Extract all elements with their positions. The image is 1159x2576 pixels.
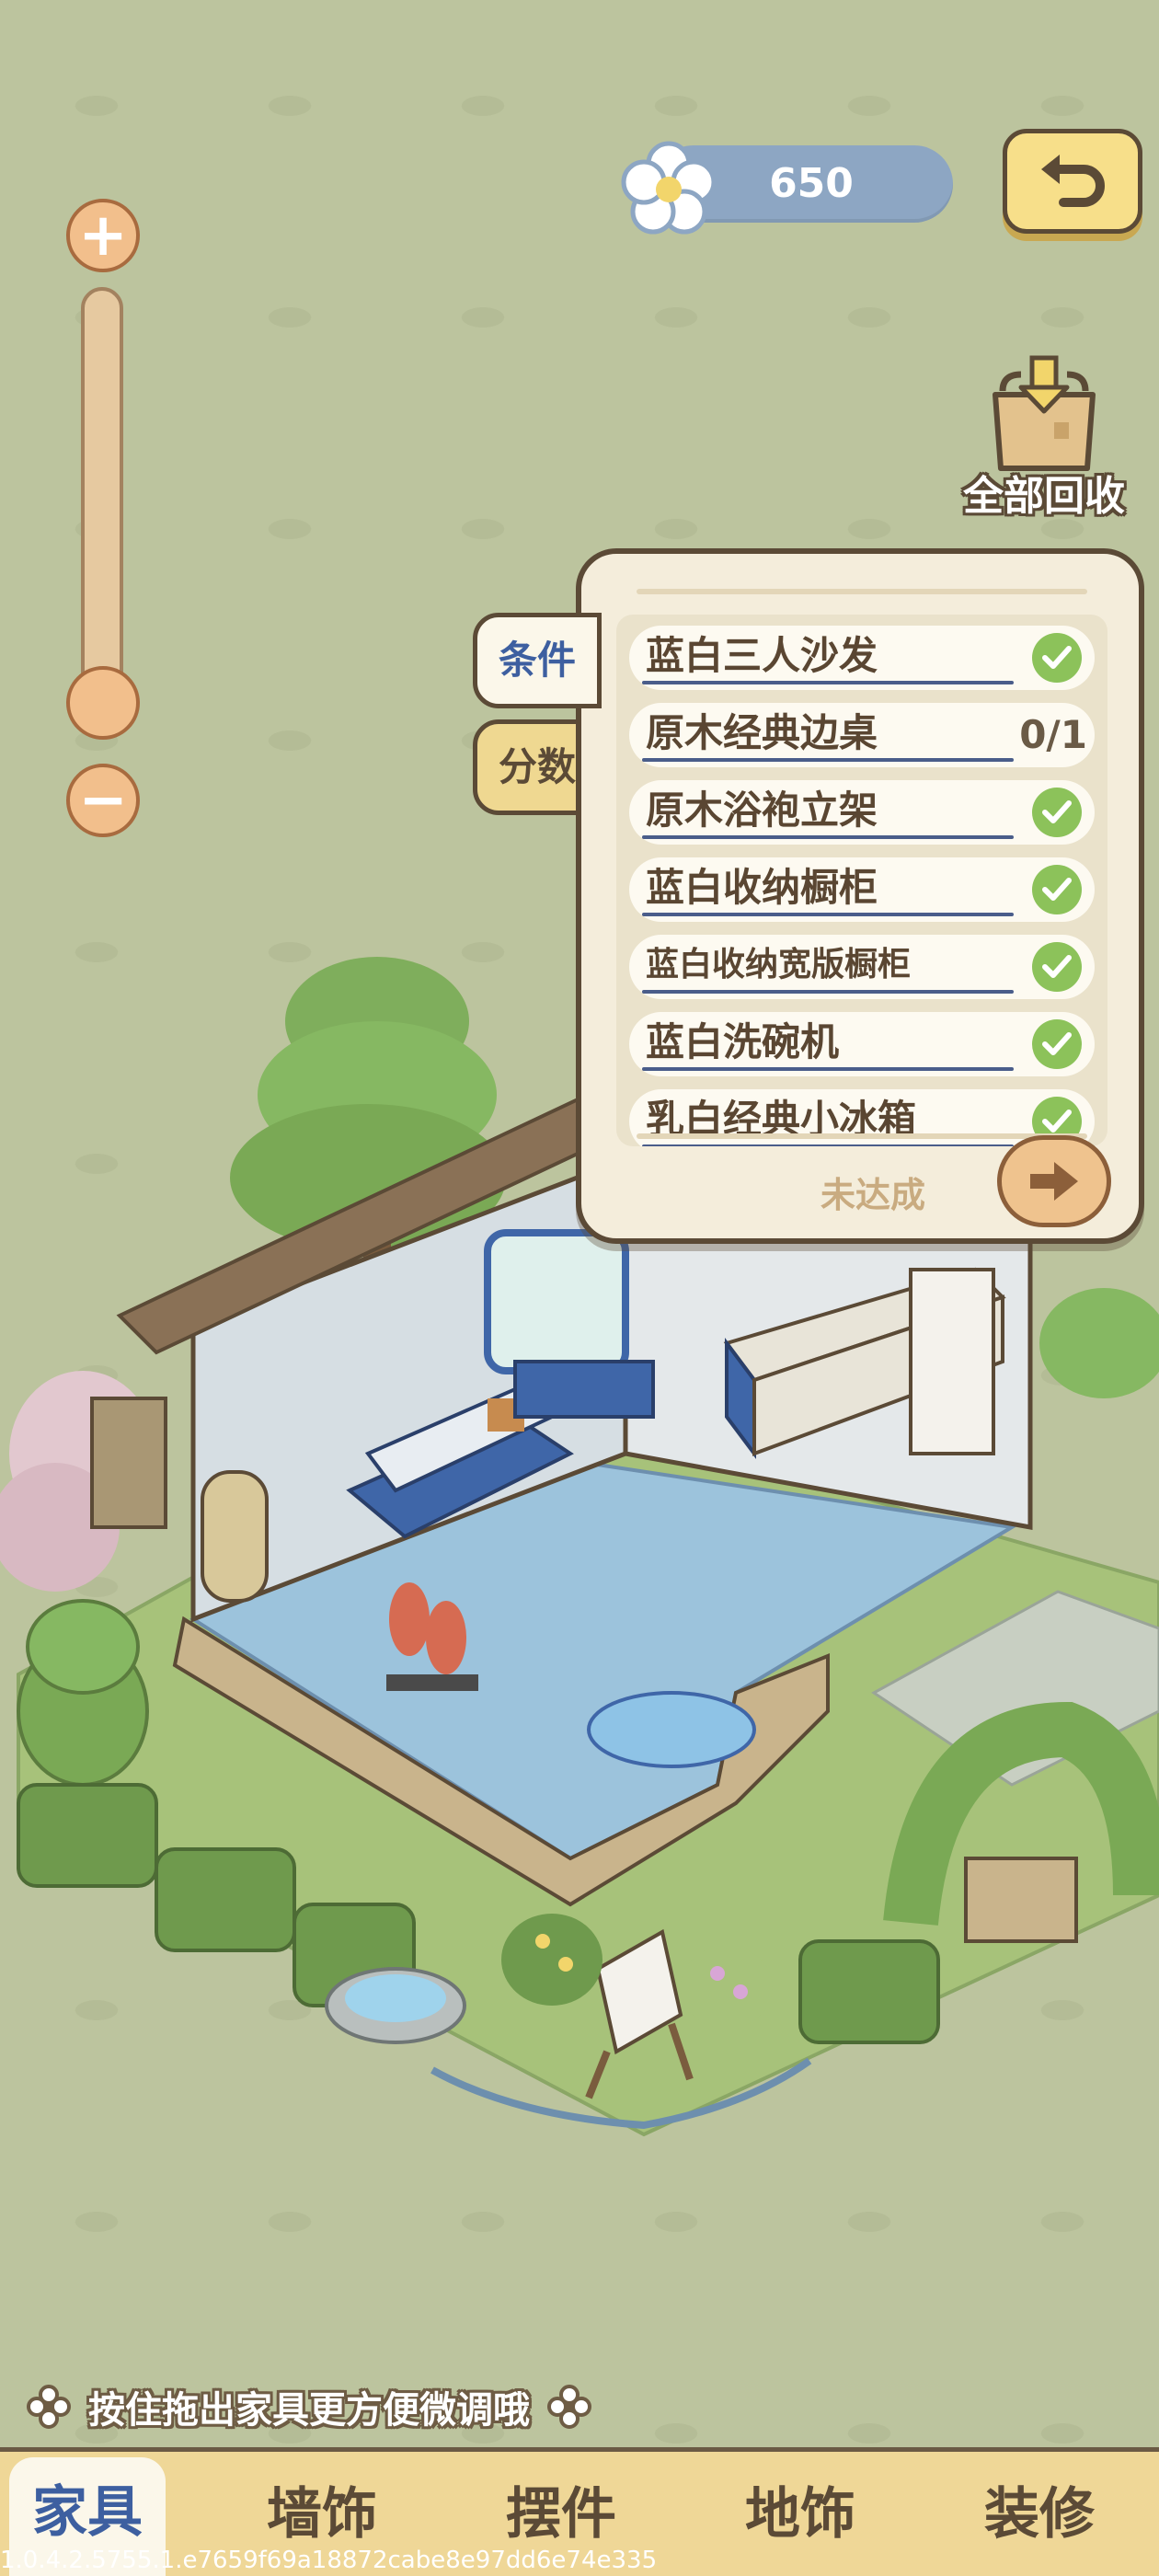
coat-stand[interactable] — [201, 1470, 269, 1603]
list-item: 蓝白三人沙发 — [629, 626, 1095, 690]
conditions-panel: 蓝白三人沙发 原木经典边桌 0/1 原木浴袍立架 蓝白收纳橱柜 蓝白收纳宽版橱柜… — [576, 548, 1144, 1244]
completion-status: 未达成 — [820, 1175, 926, 1215]
rug-blue[interactable] — [587, 1691, 756, 1768]
condition-underline — [642, 835, 1014, 839]
list-item: 原木经典边桌 0/1 — [629, 703, 1095, 767]
flower-small-icon — [27, 2385, 71, 2429]
recycle-all-button[interactable]: 全部回收 — [947, 354, 1141, 529]
door-left — [90, 1397, 167, 1529]
recycle-all-label: 全部回收 — [963, 473, 1125, 520]
condition-underline — [642, 1144, 1014, 1146]
check-icon — [1032, 633, 1082, 683]
zoom-in-button[interactable]: + — [66, 199, 140, 272]
tab-conditions[interactable]: 条件 — [473, 613, 602, 708]
list-item: 蓝白收纳宽版橱柜 — [629, 935, 1095, 999]
shopping-bag-icon — [993, 355, 1096, 471]
condition-underline — [642, 1067, 1014, 1071]
panel-divider-top — [637, 589, 1087, 594]
tree-right — [1039, 1288, 1159, 1398]
condition-underline — [642, 681, 1014, 684]
back-button[interactable] — [1003, 129, 1142, 234]
conditions-list[interactable]: 蓝白三人沙发 原木经典边桌 0/1 原木浴袍立架 蓝白收纳橱柜 蓝白收纳宽版橱柜… — [616, 615, 1107, 1146]
version-label: 1.0.4.2.5755.1.e7659f69a18872cabe8e97dd6… — [0, 2547, 658, 2574]
stone-well[interactable] — [325, 1967, 466, 2044]
hint-bar: 按住拖出家具更方便微调哦 — [0, 2377, 1159, 2436]
arrow-right-icon — [1030, 1162, 1078, 1201]
condition-underline — [642, 990, 1014, 994]
list-item: 原木浴袍立架 — [629, 780, 1095, 845]
zoom-out-button[interactable]: − — [66, 764, 140, 837]
hint-text: 按住拖出家具更方便微调哦 — [88, 2389, 530, 2432]
list-item: 蓝白洗碗机 — [629, 1012, 1095, 1076]
flower-small-icon — [547, 2385, 591, 2429]
check-icon — [1032, 1019, 1082, 1069]
currency-display: 650 — [618, 138, 953, 235]
condition-underline — [642, 913, 1014, 916]
tab-renovation[interactable]: 装修 — [920, 2459, 1159, 2570]
flower-icon — [621, 141, 717, 235]
zoom-in-label: + — [78, 201, 128, 270]
condition-progress: 0/1 — [1019, 712, 1087, 757]
check-icon — [1032, 865, 1082, 914]
go-button[interactable] — [997, 1135, 1111, 1227]
zoom-out-label: − — [78, 766, 128, 834]
tab-floor-decor[interactable]: 地饰 — [681, 2459, 920, 2570]
list-item: 蓝白收纳橱柜 — [629, 857, 1095, 922]
check-icon — [1032, 788, 1082, 837]
zoom-slider-track[interactable] — [81, 287, 123, 725]
condition-underline — [642, 758, 1014, 762]
zoom-slider-handle[interactable] — [66, 666, 140, 741]
undo-arrow-icon — [1041, 155, 1105, 207]
check-icon — [1032, 942, 1082, 992]
panel-divider-bottom — [637, 1133, 1087, 1139]
topiary-cat[interactable] — [17, 1599, 149, 1787]
